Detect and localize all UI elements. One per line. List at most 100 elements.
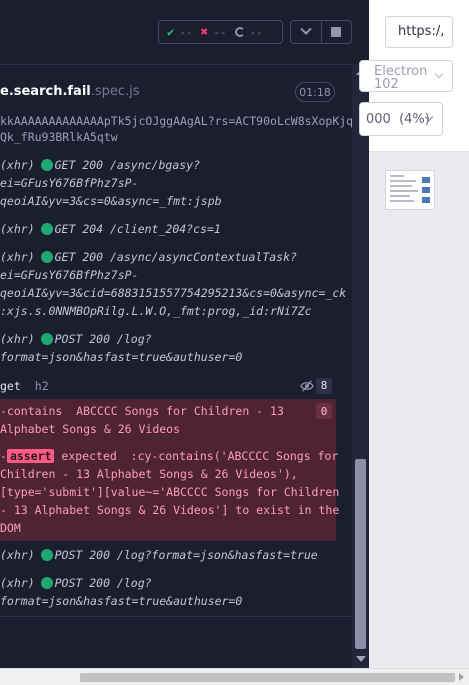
chevron-down-icon — [434, 69, 444, 79]
runner-controls — [290, 20, 352, 44]
log-footer — [0, 616, 352, 668]
eye-slash-icon — [300, 380, 314, 392]
xhr-command[interactable]: (xhr) POST 200 /log?format=json&hasfast=t… — [0, 546, 336, 564]
scroll-down-arrow[interactable] — [356, 656, 366, 662]
contains-line-1: -contains ABCCCC Songs for Children - 13 — [0, 404, 284, 418]
xhr-message: ei=GFusY676BfPhz7sP- — [0, 268, 139, 282]
horizontal-scrollbar-thumb[interactable] — [80, 673, 455, 682]
status-dot-icon — [40, 223, 53, 235]
assert-line: [type='submit'][value~='ABCCCC Songs for… — [0, 485, 340, 499]
xhr-command[interactable]: (xhr) GET 200 /async/asyncContextualTask? — [0, 248, 336, 266]
passed-stat: ✔ -- — [159, 25, 192, 39]
assert-line: DOM — [0, 521, 21, 535]
test-stats: ✔ -- ✖ -- -- — [158, 20, 283, 44]
reporter-scrollbar[interactable] — [352, 64, 369, 668]
log-line: format=json&hasfast=true&authuser=0 — [0, 348, 336, 366]
spec-bar: e.search.fail.spec.js 01:18 — [0, 64, 352, 116]
xhr-label: (xhr) — [0, 158, 35, 172]
cross-icon: ✖ — [200, 24, 209, 40]
zoom-value: 000 (4%) — [366, 112, 430, 127]
spec-file-ext: .spec.js — [90, 84, 140, 99]
xhr-message: qeoiAI&yv=3&cid=6883151557754295213&cs=0… — [0, 286, 347, 300]
collapse-button[interactable] — [291, 21, 321, 43]
preview-line — [390, 200, 414, 202]
scrollbar-thumb[interactable] — [355, 459, 366, 649]
viewport-zoom-select[interactable]: 000 (4%) — [359, 102, 443, 136]
browser-select[interactable]: Electron 102 — [359, 60, 453, 92]
xhr-message: POST 200 /log?format=json&hasfast=true — [54, 548, 318, 562]
spinner-icon — [234, 27, 245, 37]
horizontal-scrollbar[interactable] — [0, 668, 469, 685]
preview-line — [390, 185, 412, 187]
failed-stat: ✖ -- — [192, 25, 226, 40]
reporter-panel: ✔ -- ✖ -- -- e.search.fail.spec.js 01:18 — [0, 0, 369, 668]
stop-icon — [331, 27, 342, 37]
preview-line — [390, 195, 410, 197]
assert-command: - assert expected :cy-contains('ABCCCC So… — [0, 449, 340, 535]
spec-duration: 01:18 — [295, 82, 335, 102]
assert-line: Children - 13 Alphabet Songs & 26 Videos… — [0, 467, 298, 481]
command-log: kkAAAAAAAAAAAAApTk5jcOJggAAgAL?rs=ACT90o… — [0, 116, 352, 616]
xhr-label: (xhr) — [0, 222, 35, 236]
xhr-message: format=json&hasfast=true&authuser=0 — [0, 594, 243, 608]
preview-line — [390, 190, 418, 192]
xhr-label: (xhr) — [0, 548, 35, 562]
app-under-test-panel: https:/, Electron 102 000 (4%) — [359, 0, 469, 668]
xhr-command[interactable]: (xhr) POST 200 /log? — [0, 574, 336, 592]
xhr-message: GET 200 /async/bgasy? — [54, 158, 201, 172]
xhr-label: (xhr) — [0, 250, 35, 264]
stop-button[interactable] — [320, 21, 351, 43]
preview-line — [390, 180, 416, 182]
status-dot-icon — [40, 549, 53, 561]
xhr-message: POST 200 /log? — [54, 332, 152, 346]
failed-command[interactable]: -contains ABCCCC Songs for Children - 13… — [0, 399, 340, 541]
xhr-label: (xhr) — [0, 332, 35, 346]
cypress-runner: ✔ -- ✖ -- -- e.search.fail.spec.js 01:18 — [0, 0, 469, 685]
xhr-label: (xhr) — [0, 576, 35, 590]
pending-stat: -- — [227, 26, 263, 39]
status-dot-icon — [40, 159, 53, 171]
get-label: get — [0, 379, 21, 393]
xhr-message: ei=GFusY676BfPhz7sP- — [0, 176, 139, 190]
xhr-message: format=json&hasfast=true&authuser=0 — [0, 350, 243, 364]
get-command[interactable]: get h2 8 — [0, 375, 336, 397]
xhr-message: :xjs.s.0NNMBOpRilg.L.W.O,_fmt:prog,_id:r… — [0, 304, 312, 318]
xhr-message: qeoiAI&yv=3&cs=0&async=_fmt:jspb — [0, 194, 222, 208]
preview-image — [422, 197, 430, 203]
preview-image — [422, 177, 430, 183]
assert-tag: assert — [6, 449, 55, 463]
check-icon: ✔ — [167, 25, 175, 39]
xhr-command[interactable]: (xhr) POST 200 /log? — [0, 330, 336, 348]
aut-preview[interactable] — [385, 170, 435, 210]
element-count-badge: 8 — [316, 378, 332, 394]
status-dot-icon — [40, 333, 53, 345]
spec-title[interactable]: e.search.fail.spec.js — [0, 84, 140, 99]
xhr-message: POST 200 /log? — [54, 576, 152, 590]
log-line: ei=GFusY676BfPhz7sP- — [0, 266, 336, 284]
log-line: format=json&hasfast=true&authuser=0 — [0, 592, 336, 610]
spec-file-name: e.search.fail — [0, 84, 91, 99]
reporter-header: ✔ -- ✖ -- -- — [0, 0, 369, 64]
contains-count-badge: 0 — [316, 403, 332, 419]
assert-line: - 13 Alphabet Songs & 26 Videos'] to exi… — [0, 503, 340, 517]
contains-line-2: Alphabet Songs & 26 Videos — [0, 422, 181, 436]
status-dot-icon — [40, 251, 53, 263]
xhr-command[interactable]: (xhr) GET 200 /async/bgasy? — [0, 156, 336, 174]
passed-count: -- — [179, 25, 193, 39]
pending-count: -- — [249, 25, 263, 39]
scroll-right-arrow[interactable] — [459, 673, 464, 681]
log-line: :xjs.s.0NNMBOpRilg.L.W.O,_fmt:prog,_id:r… — [0, 302, 336, 320]
assert-line: expected :cy-contains('ABCCCC Songs for — [54, 449, 339, 463]
log-line: ei=GFusY676BfPhz7sP- — [0, 174, 336, 192]
log-line: qeoiAI&yv=3&cs=0&async=_fmt:jspb — [0, 192, 336, 210]
url-field[interactable]: https:/, — [385, 16, 453, 48]
contains-command: -contains ABCCCC Songs for Children - 13… — [0, 402, 284, 438]
log-line: qeoiAI&yv=3&cid=6883151557754295213&cs=0… — [0, 284, 346, 302]
xhr-command[interactable]: (xhr) GET 204 /client_204?cs=1 — [0, 220, 336, 238]
browser-name: Electron 102 — [374, 64, 428, 92]
preview-image — [422, 187, 430, 193]
preview-line — [390, 175, 404, 177]
failed-count: -- — [213, 25, 227, 39]
log-line: Qk_fRu93BRlkA5qtw — [0, 130, 118, 144]
chevron-down-icon — [300, 23, 312, 35]
